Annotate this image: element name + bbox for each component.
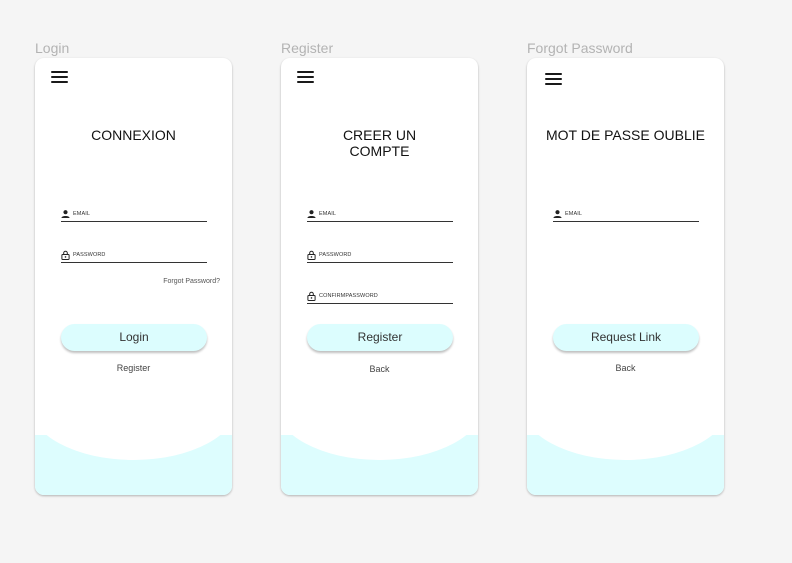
hamburger-menu-icon[interactable] — [51, 71, 68, 83]
page-title: CREER UN COMPTE — [281, 127, 478, 159]
lock-icon — [61, 250, 70, 260]
register-screen: CREER UN COMPTE EMAIL PASSWORD CONFIRMPA… — [281, 58, 478, 495]
frame-label-register: Register — [281, 40, 334, 56]
hamburger-menu-icon[interactable] — [545, 73, 562, 85]
confirm-password-field[interactable]: CONFIRMPASSWORD — [307, 288, 453, 304]
login-screen: CONNEXION EMAIL PASSWORD Forgot Password… — [35, 58, 232, 495]
confirm-password-field-label: CONFIRMPASSWORD — [319, 292, 378, 299]
page-title: CONNEXION — [91, 127, 176, 143]
email-field[interactable]: EMAIL — [61, 206, 207, 222]
password-field[interactable]: PASSWORD — [61, 247, 207, 263]
user-icon — [553, 209, 562, 218]
password-field[interactable]: PASSWORD — [307, 247, 453, 263]
password-field-label: PASSWORD — [319, 251, 352, 258]
email-field-label: EMAIL — [565, 210, 583, 217]
frame-label-login: Login — [35, 40, 70, 56]
email-field[interactable]: EMAIL — [307, 206, 453, 222]
back-link[interactable]: Back — [527, 363, 724, 373]
user-icon — [61, 209, 70, 218]
lock-icon — [307, 250, 316, 260]
back-link[interactable]: Back — [281, 364, 478, 374]
login-button[interactable]: Login — [61, 324, 207, 351]
lock-icon — [307, 291, 316, 301]
register-button[interactable]: Register — [307, 324, 453, 351]
page-title: MOT DE PASSE OUBLIE — [546, 127, 705, 143]
frame-label-forgot-password: Forgot Password — [527, 40, 633, 56]
forgot-password-screen: MOT DE PASSE OUBLIE EMAIL Request Link B… — [527, 58, 724, 495]
page-title-line2: COMPTE — [349, 143, 410, 159]
email-field-label: EMAIL — [319, 210, 337, 217]
request-link-button[interactable]: Request Link — [553, 324, 699, 351]
hamburger-menu-icon[interactable] — [297, 71, 314, 83]
email-field[interactable]: EMAIL — [553, 206, 699, 222]
forgot-password-link[interactable]: Forgot Password? — [163, 278, 220, 285]
register-link[interactable]: Register — [35, 363, 232, 373]
email-field-label: EMAIL — [73, 210, 91, 217]
page-title-line1: CREER UN — [342, 127, 417, 143]
password-field-label: PASSWORD — [73, 251, 106, 258]
user-icon — [307, 209, 316, 218]
